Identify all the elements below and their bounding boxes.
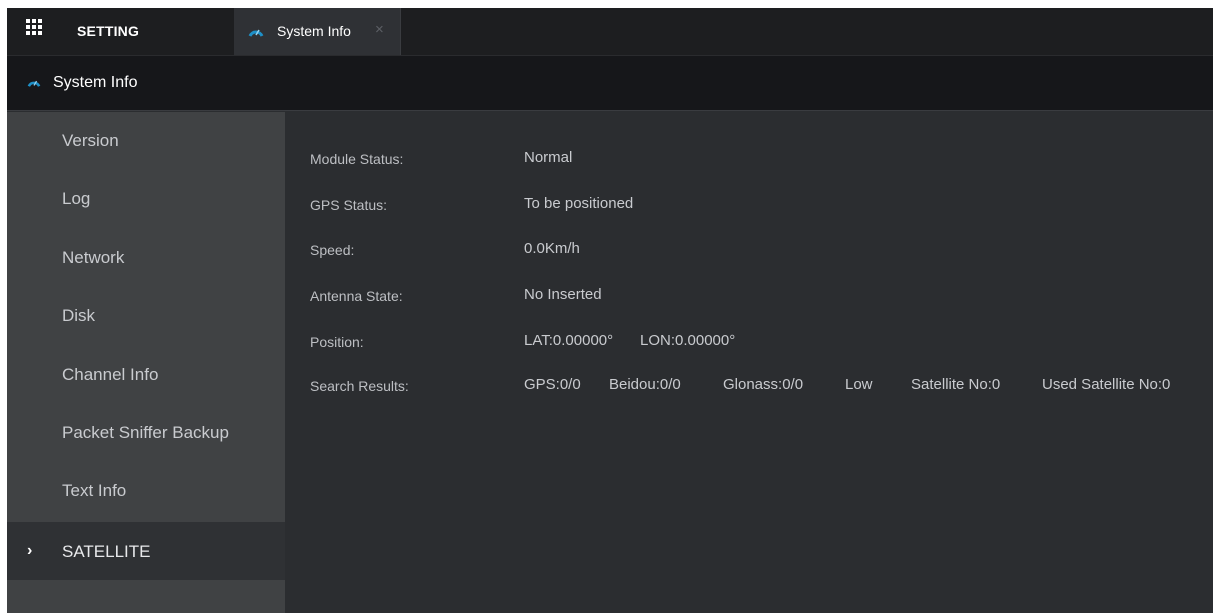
sidebar-item-label: Packet Sniffer Backup	[62, 423, 229, 442]
module-status-label: Module Status:	[310, 151, 404, 167]
beidou-count: Beidou:0/0	[609, 376, 681, 393]
antenna-state-label: Antenna State:	[310, 288, 403, 304]
antenna-state-value: No Inserted	[524, 286, 602, 303]
speed-row: Speed: 0.0Km/h	[285, 238, 1213, 262]
sidebar-item-network[interactable]: Network	[7, 229, 285, 287]
gauge-icon	[27, 80, 41, 87]
gps-count: GPS:0/0	[524, 376, 581, 393]
glonass-count: Glonass:0/0	[723, 376, 804, 393]
gauge-icon	[248, 29, 264, 37]
sidebar-item-label: Disk	[62, 306, 96, 325]
sidebar-item-version[interactable]: Version	[7, 112, 285, 170]
tab-bar: SETTING System Info ×	[7, 8, 1213, 55]
sidebar-item-channel-info[interactable]: Channel Info	[7, 346, 285, 404]
latitude-value: LAT:0.00000°	[524, 332, 614, 349]
sidebar-item-disk[interactable]: Disk	[7, 287, 285, 345]
page-title: System Info	[53, 74, 138, 91]
sidebar-item-label: SATELLITE	[62, 542, 151, 561]
sidebar-item-packet-sniffer-backup[interactable]: Packet Sniffer Backup	[7, 404, 285, 462]
speed-label: Speed:	[310, 242, 355, 258]
gps-status-value: To be positioned	[524, 195, 634, 212]
longitude-value: LON:0.00000°	[640, 332, 736, 349]
grid-icon[interactable]	[26, 19, 44, 37]
position-label: Position:	[310, 334, 364, 350]
search-results-label: Search Results:	[310, 378, 409, 394]
satellite-no: Satellite No:0	[911, 376, 1001, 393]
setting-label[interactable]: SETTING	[77, 23, 139, 39]
search-results-row: Search Results: GPS:0/0 Beidou:0/0 Glona…	[285, 374, 1213, 398]
satellite-info-panel: Module Status: Normal GPS Status: To be …	[285, 112, 1213, 613]
position-row: Position: LAT:0.00000° LON:0.00000°	[285, 330, 1213, 354]
speed-value: 0.0Km/h	[524, 240, 580, 257]
sidebar-item-satellite[interactable]: › SATELLITE	[7, 522, 285, 580]
module-status-value: Normal	[524, 149, 573, 166]
close-icon[interactable]: ×	[375, 21, 384, 38]
tab-system-info[interactable]: System Info ×	[234, 8, 401, 55]
antenna-state-row: Antenna State: No Inserted	[285, 284, 1213, 308]
gps-status-row: GPS Status: To be positioned	[285, 193, 1213, 217]
sidebar-item-label: Log	[62, 189, 91, 208]
gps-status-label: GPS Status:	[310, 197, 388, 213]
chevron-right-icon: ›	[27, 542, 33, 559]
sidebar-item-log[interactable]: Log	[7, 170, 285, 228]
module-status-row: Module Status: Normal	[285, 147, 1213, 171]
app-window: SETTING System Info × System Info Versio…	[7, 8, 1213, 613]
used-satellite-no: Used Satellite No:0	[1042, 376, 1171, 393]
sidebar-item-label: Channel Info	[62, 365, 159, 384]
sidebar-item-text-info[interactable]: Text Info	[7, 462, 285, 520]
sidebar: Version Log Network Disk Channel Info Pa…	[7, 112, 285, 613]
sidebar-item-label: Version	[62, 131, 119, 150]
home-button[interactable]: SETTING	[7, 8, 233, 55]
sidebar-item-label: Network	[62, 248, 125, 267]
sidebar-item-label: Text Info	[62, 481, 127, 500]
page-header: System Info	[7, 55, 1213, 111]
tab-label: System Info	[277, 23, 351, 39]
signal-level: Low	[845, 376, 873, 393]
